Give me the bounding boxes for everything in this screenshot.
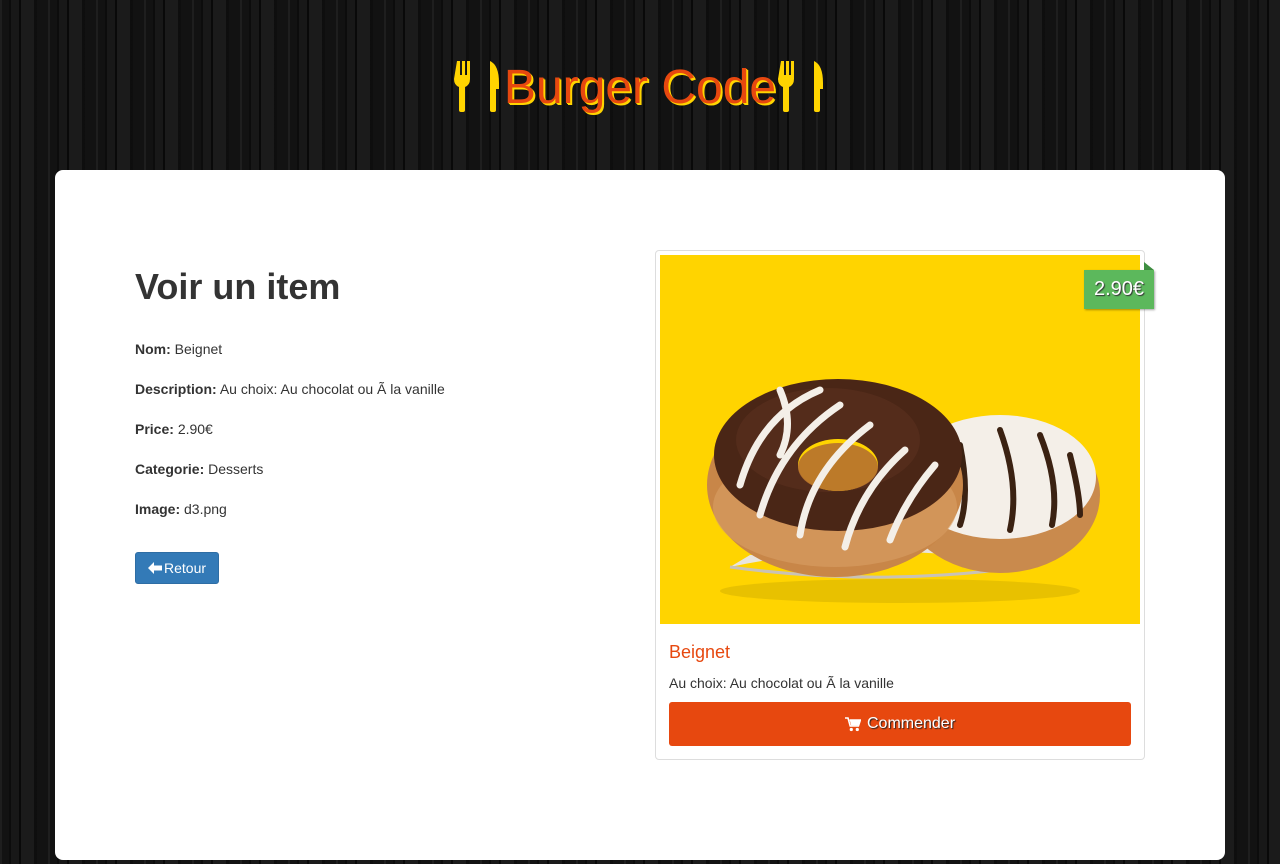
back-button-label: Retour <box>164 560 207 576</box>
price-badge: 2.90€ <box>1084 270 1154 309</box>
item-details: Voir un item Nom: Beignet Description: A… <box>135 266 595 584</box>
cutlery-icon <box>453 60 499 112</box>
field-price: Price: 2.90€ <box>135 422 595 436</box>
order-button-label: Commender <box>866 715 956 732</box>
field-description: Description: Au choix: Au chocolat ou Ã … <box>135 382 595 396</box>
cutlery-icon <box>778 60 824 112</box>
donut-image <box>660 255 1140 624</box>
field-label: Price: <box>135 421 174 437</box>
site-logo: Burger Code <box>0 56 1280 115</box>
field-label: Image: <box>135 501 181 517</box>
field-image: Image: d3.png <box>135 502 595 516</box>
field-label: Nom: <box>135 341 171 357</box>
page-title: Voir un item <box>135 266 341 307</box>
shopping-cart-icon <box>844 716 861 731</box>
field-value: Beignet <box>174 341 223 357</box>
item-card: 2.90€ Beignet Au choix: Au chocolat ou Ã… <box>655 250 1154 760</box>
field-name: Nom: Beignet <box>135 342 595 356</box>
field-label: Categorie: <box>135 461 205 477</box>
donut-illustration <box>707 379 1100 603</box>
price-tag-fold <box>1144 262 1154 270</box>
field-value: d3.png <box>184 501 227 517</box>
field-category: Categorie: Desserts <box>135 462 595 476</box>
field-value: Au choix: Au chocolat ou Ã la vanille <box>219 381 445 397</box>
back-button[interactable]: Retour <box>135 552 220 584</box>
field-label: Description: <box>135 381 217 397</box>
field-value: Desserts <box>208 461 264 477</box>
site-title: Burger Code <box>503 61 777 114</box>
card-description: Au choix: Au chocolat ou Ã la vanille <box>669 675 894 691</box>
order-button[interactable]: Commender <box>669 702 1131 746</box>
content-panel: Voir un item Nom: Beignet Description: A… <box>55 170 1225 860</box>
field-value: 2.90€ <box>177 421 213 437</box>
arrow-left-icon <box>148 562 162 574</box>
card-title: Beignet <box>669 642 731 662</box>
